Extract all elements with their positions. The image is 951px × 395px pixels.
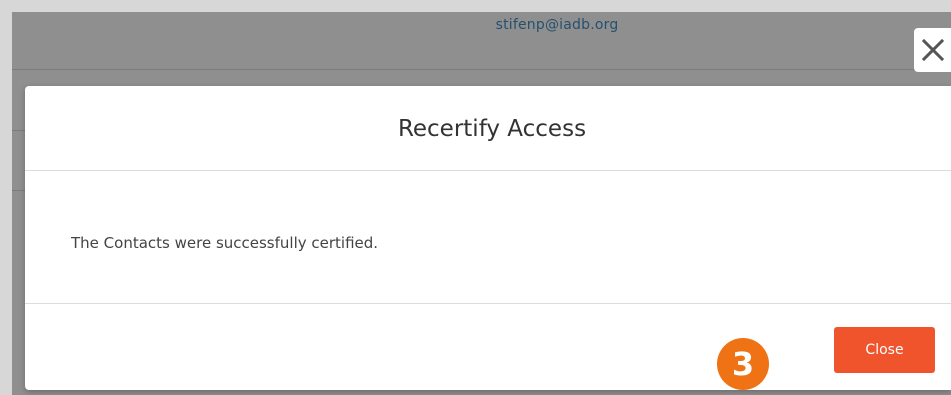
recertify-modal: Recertify Access The Contacts were succe…	[25, 86, 951, 390]
modal-header: Recertify Access	[25, 86, 951, 171]
step-badge: 3	[717, 338, 769, 390]
close-button[interactable]: Close	[834, 327, 935, 373]
close-icon	[921, 38, 944, 62]
modal-body: The Contacts were successfully certified…	[25, 171, 951, 304]
modal-dismiss-button[interactable]	[914, 28, 951, 72]
background-divider	[12, 69, 951, 70]
user-email: stifenp@iadb.org	[495, 17, 619, 33]
success-message: The Contacts were successfully certified…	[71, 234, 379, 252]
modal-title: Recertify Access	[397, 116, 587, 142]
modal-footer: 3 Close	[25, 304, 951, 390]
